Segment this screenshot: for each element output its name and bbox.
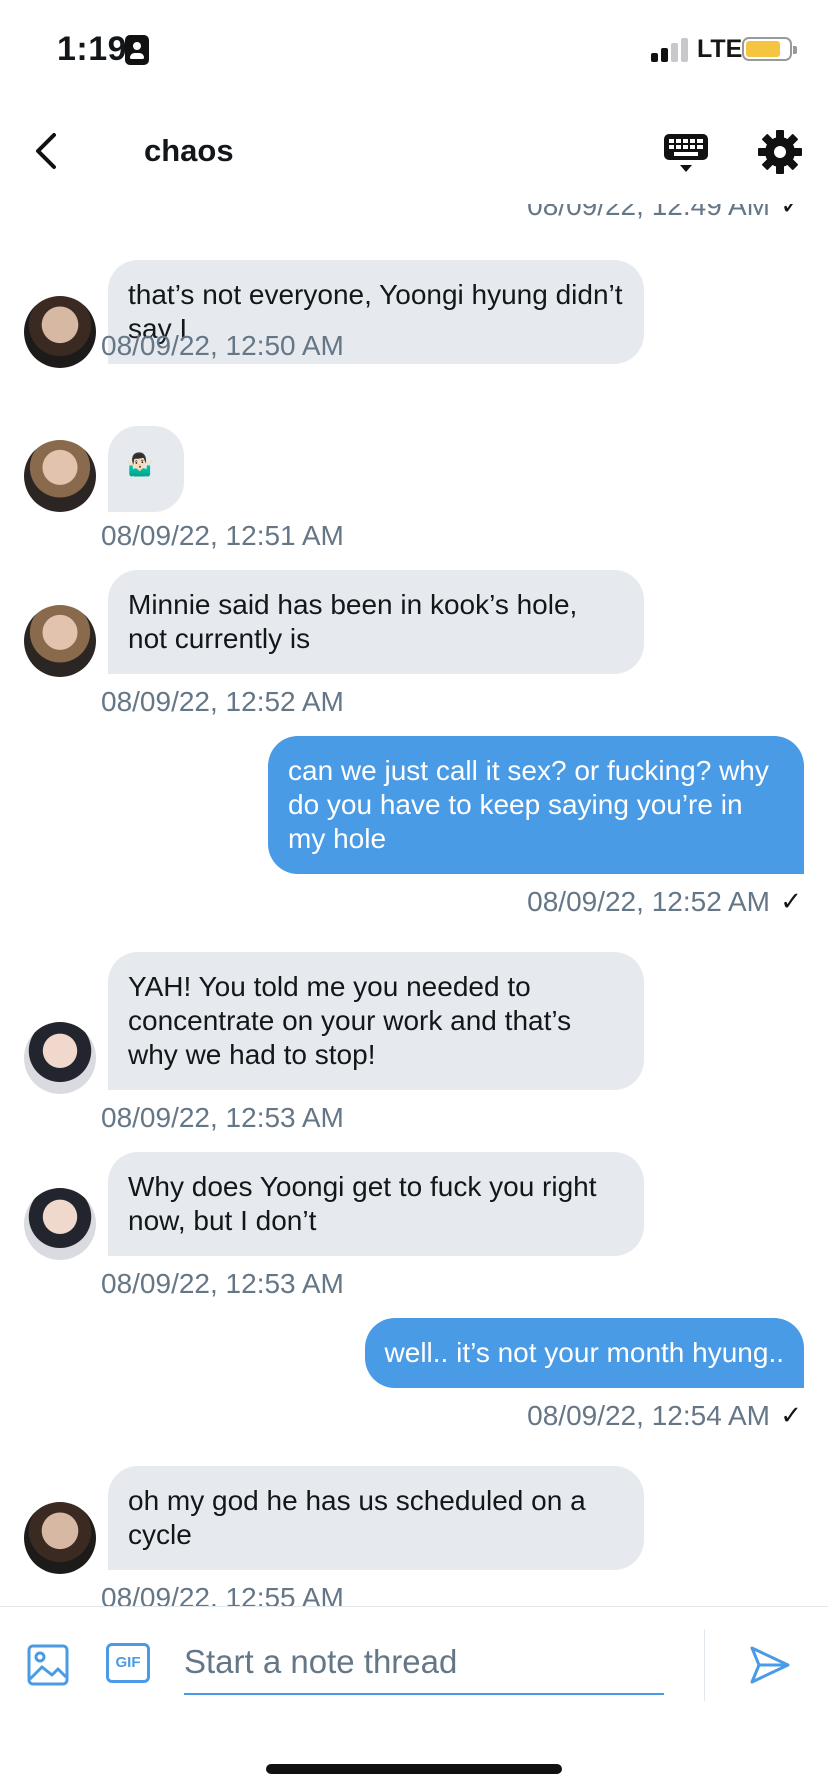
message-timestamp: 08/09/22, 12:52 AM — [101, 686, 344, 717]
incoming-message-bubble[interactable]: oh my god he has us scheduled on a cycle — [108, 1466, 644, 1570]
incoming-message-bubble[interactable]: Why does Yoongi get to fuck you right no… — [108, 1152, 644, 1256]
message-timestamp: 08/09/22, 12:54 AM — [527, 1400, 770, 1431]
message-timestamp: 08/09/22, 12:52 AM — [527, 886, 770, 917]
gif-icon[interactable]: GIF — [106, 1643, 150, 1683]
note-thread-input[interactable] — [184, 1631, 664, 1695]
status-bar: 1:19 LTE — [0, 0, 828, 100]
message-timestamp: 08/09/22, 12:51 AM — [101, 520, 344, 551]
incoming-message-bubble[interactable]: 🤷🏻‍♂️ — [108, 426, 184, 512]
message-timestamp: 08/09/22, 12:50 AM — [101, 330, 344, 361]
sent-checkmark-icon: ✓ — [780, 1400, 802, 1430]
network-type: LTE — [697, 35, 743, 63]
sender-avatar[interactable] — [24, 1022, 96, 1094]
incoming-message-bubble[interactable]: YAH! You told me you needed to concentra… — [108, 952, 644, 1090]
conversation-header: chaos — [0, 100, 828, 204]
compose-divider — [704, 1629, 705, 1701]
outgoing-message-bubble[interactable]: well.. it’s not your month hyung.. — [364, 1318, 804, 1388]
keyboard-icon[interactable] — [662, 130, 710, 178]
message-timestamp: 08/09/22, 12:53 AM — [101, 1102, 344, 1133]
sender-avatar[interactable] — [24, 440, 96, 512]
sender-avatar[interactable] — [24, 296, 96, 368]
message-list[interactable]: 08/09/22, 12:49 AM ✓ that’s not everyone… — [0, 200, 828, 1606]
cellular-signal-icon — [651, 36, 691, 62]
settings-gear-icon[interactable] — [756, 128, 804, 176]
outgoing-message-bubble[interactable]: can we just call it sex? or fucking? why… — [268, 736, 804, 874]
message-timestamp: 08/09/22, 12:55 AM — [101, 1582, 344, 1606]
status-time: 1:19 — [57, 30, 128, 68]
message-timestamp: 08/09/22, 12:53 AM — [101, 1268, 344, 1299]
sender-avatar[interactable] — [24, 1188, 96, 1260]
send-icon[interactable] — [748, 1643, 792, 1687]
sent-checkmark-icon: ✓ — [780, 886, 802, 916]
image-icon[interactable] — [26, 1643, 70, 1687]
incoming-message-bubble[interactable]: Minnie said has been in kook’s hole, not… — [108, 570, 644, 674]
contact-card-icon — [125, 35, 149, 65]
compose-bar: GIF — [0, 1606, 828, 1716]
sender-avatar[interactable] — [24, 605, 96, 677]
home-indicator[interactable] — [266, 1764, 562, 1774]
battery-icon — [742, 37, 797, 61]
sender-avatar[interactable] — [24, 1502, 96, 1574]
conversation-title[interactable]: chaos — [144, 133, 234, 169]
back-icon[interactable] — [28, 126, 68, 176]
